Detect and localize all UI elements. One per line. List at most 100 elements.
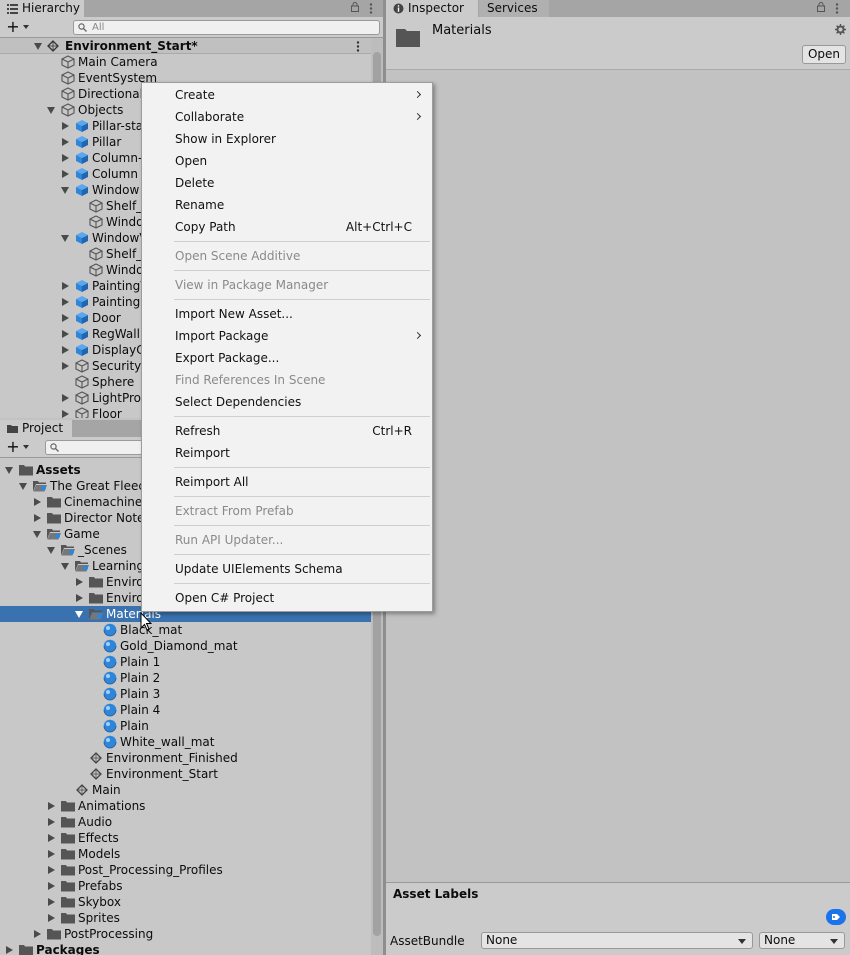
settings-gear-icon[interactable]: [835, 24, 846, 35]
hierarchy-search-input[interactable]: All: [73, 20, 380, 35]
collapse-arrow-icon[interactable]: [47, 107, 55, 114]
tree-row[interactable]: PostProcessing: [0, 926, 371, 942]
tree-row[interactable]: Plain: [0, 718, 371, 734]
inspector-lock-icon[interactable]: [817, 2, 825, 12]
more-options-icon[interactable]: [369, 3, 373, 14]
inspector-more-icon[interactable]: [835, 3, 839, 14]
collapse-arrow-icon[interactable]: [61, 235, 69, 242]
menu-item-open[interactable]: Open: [142, 150, 432, 172]
menu-item-update-uielements-schema[interactable]: Update UIElements Schema: [142, 558, 432, 580]
expand-arrow-icon[interactable]: [62, 314, 69, 322]
chevron-down-icon[interactable]: [23, 25, 29, 29]
expand-arrow-icon[interactable]: [62, 298, 69, 306]
tree-row[interactable]: Packages: [0, 942, 371, 955]
collapse-arrow-icon[interactable]: [75, 611, 83, 618]
scene-menu-icon[interactable]: [356, 41, 360, 52]
collapse-arrow-icon[interactable]: [5, 467, 13, 474]
tree-row[interactable]: White_wall_mat: [0, 734, 371, 750]
expand-arrow-icon[interactable]: [48, 850, 55, 858]
tree-row[interactable]: Models: [0, 846, 371, 862]
expand-arrow-icon[interactable]: [62, 410, 69, 418]
gameobject-outline-icon: [89, 215, 103, 229]
expand-arrow-icon[interactable]: [48, 898, 55, 906]
menu-item-create[interactable]: Create: [142, 84, 432, 106]
tree-row[interactable]: Effects: [0, 830, 371, 846]
expand-arrow-icon[interactable]: [62, 170, 69, 178]
expand-arrow-icon[interactable]: [48, 818, 55, 826]
menu-item-copy-path[interactable]: Copy Path Alt+Ctrl+C: [142, 216, 432, 238]
project-chevron-down-icon[interactable]: [23, 445, 29, 449]
expand-arrow-icon[interactable]: [62, 330, 69, 338]
tree-row[interactable]: Prefabs: [0, 878, 371, 894]
create-plus-button[interactable]: +: [6, 18, 20, 35]
tree-row[interactable]: Environment_Start: [0, 766, 371, 782]
expand-arrow-icon[interactable]: [48, 802, 55, 810]
tree-row[interactable]: Plain 3: [0, 686, 371, 702]
menu-item-import-package[interactable]: Import Package: [142, 325, 432, 347]
expand-arrow-icon[interactable]: [62, 346, 69, 354]
tree-row[interactable]: Audio: [0, 814, 371, 830]
menu-item-rename[interactable]: Rename: [142, 194, 432, 216]
expand-arrow-icon[interactable]: [62, 122, 69, 130]
menu-item-reimport[interactable]: Reimport: [142, 442, 432, 464]
expand-arrow-icon[interactable]: [62, 154, 69, 162]
expand-arrow-icon[interactable]: [34, 514, 41, 522]
material-icon: [103, 735, 117, 749]
tree-row[interactable]: Environment_Finished: [0, 750, 371, 766]
expand-arrow-icon[interactable]: [62, 282, 69, 290]
menu-item-delete[interactable]: Delete: [142, 172, 432, 194]
expand-arrow-icon[interactable]: [48, 914, 55, 922]
expand-arrow-icon[interactable]: [6, 946, 13, 954]
menu-item-import-new-asset[interactable]: Import New Asset...: [142, 303, 432, 325]
expand-arrow-icon[interactable]: [62, 394, 69, 402]
scene-icon: [89, 767, 103, 781]
menu-item-collaborate[interactable]: Collaborate: [142, 106, 432, 128]
tree-row[interactable]: Plain 1: [0, 654, 371, 670]
tree-row[interactable]: Main Camera: [0, 54, 371, 70]
menu-item-reimport-all[interactable]: Reimport All: [142, 471, 432, 493]
scene-header-row[interactable]: Environment_Start*: [0, 38, 371, 54]
collapse-arrow-icon[interactable]: [61, 187, 69, 194]
expand-arrow-icon[interactable]: [76, 578, 83, 586]
expand-arrow-icon[interactable]: [62, 138, 69, 146]
tree-row[interactable]: Main: [0, 782, 371, 798]
tab-services[interactable]: Services: [479, 0, 549, 17]
menu-item-refresh[interactable]: Refresh Ctrl+R: [142, 420, 432, 442]
expand-arrow-icon[interactable]: [62, 362, 69, 370]
menu-item-open-c-project[interactable]: Open C# Project: [142, 587, 432, 609]
expand-arrow-icon[interactable]: [48, 834, 55, 842]
tab-inspector[interactable]: Inspector: [386, 0, 478, 17]
material-icon: [103, 687, 117, 701]
expand-arrow-icon[interactable]: [76, 594, 83, 602]
lock-icon[interactable]: [351, 2, 359, 12]
collapse-arrow-icon[interactable]: [19, 483, 27, 490]
tree-row[interactable]: Black_mat: [0, 622, 371, 638]
expand-arrow-icon[interactable]: [34, 930, 41, 938]
expand-arrow-icon[interactable]: [48, 866, 55, 874]
tree-row[interactable]: Skybox: [0, 894, 371, 910]
menu-item-show-in-explorer[interactable]: Show in Explorer: [142, 128, 432, 150]
assetbundle-dropdown[interactable]: None: [481, 932, 753, 949]
tree-row[interactable]: Plain 2: [0, 670, 371, 686]
project-create-plus-button[interactable]: +: [6, 438, 20, 455]
expand-arrow-icon[interactable]: [34, 43, 42, 50]
variant-dropdown[interactable]: None: [759, 932, 845, 949]
tree-row[interactable]: Gold_Diamond_mat: [0, 638, 371, 654]
tree-row[interactable]: Sprites: [0, 910, 371, 926]
tag-label-icon[interactable]: [826, 909, 846, 925]
collapse-arrow-icon[interactable]: [33, 531, 41, 538]
tree-row[interactable]: Animations: [0, 798, 371, 814]
project-search-input[interactable]: [45, 440, 143, 455]
open-button[interactable]: Open: [802, 45, 846, 64]
tree-row[interactable]: Post_Processing_Profiles: [0, 862, 371, 878]
collapse-arrow-icon[interactable]: [61, 563, 69, 570]
scene-icon: [75, 783, 89, 797]
tree-row[interactable]: Plain 4: [0, 702, 371, 718]
tab-project[interactable]: Project: [0, 420, 72, 437]
collapse-arrow-icon[interactable]: [47, 547, 55, 554]
expand-arrow-icon[interactable]: [34, 498, 41, 506]
menu-item-select-dependencies[interactable]: Select Dependencies: [142, 391, 432, 413]
tab-hierarchy[interactable]: Hierarchy: [0, 0, 84, 17]
menu-item-export-package[interactable]: Export Package...: [142, 347, 432, 369]
expand-arrow-icon[interactable]: [48, 882, 55, 890]
